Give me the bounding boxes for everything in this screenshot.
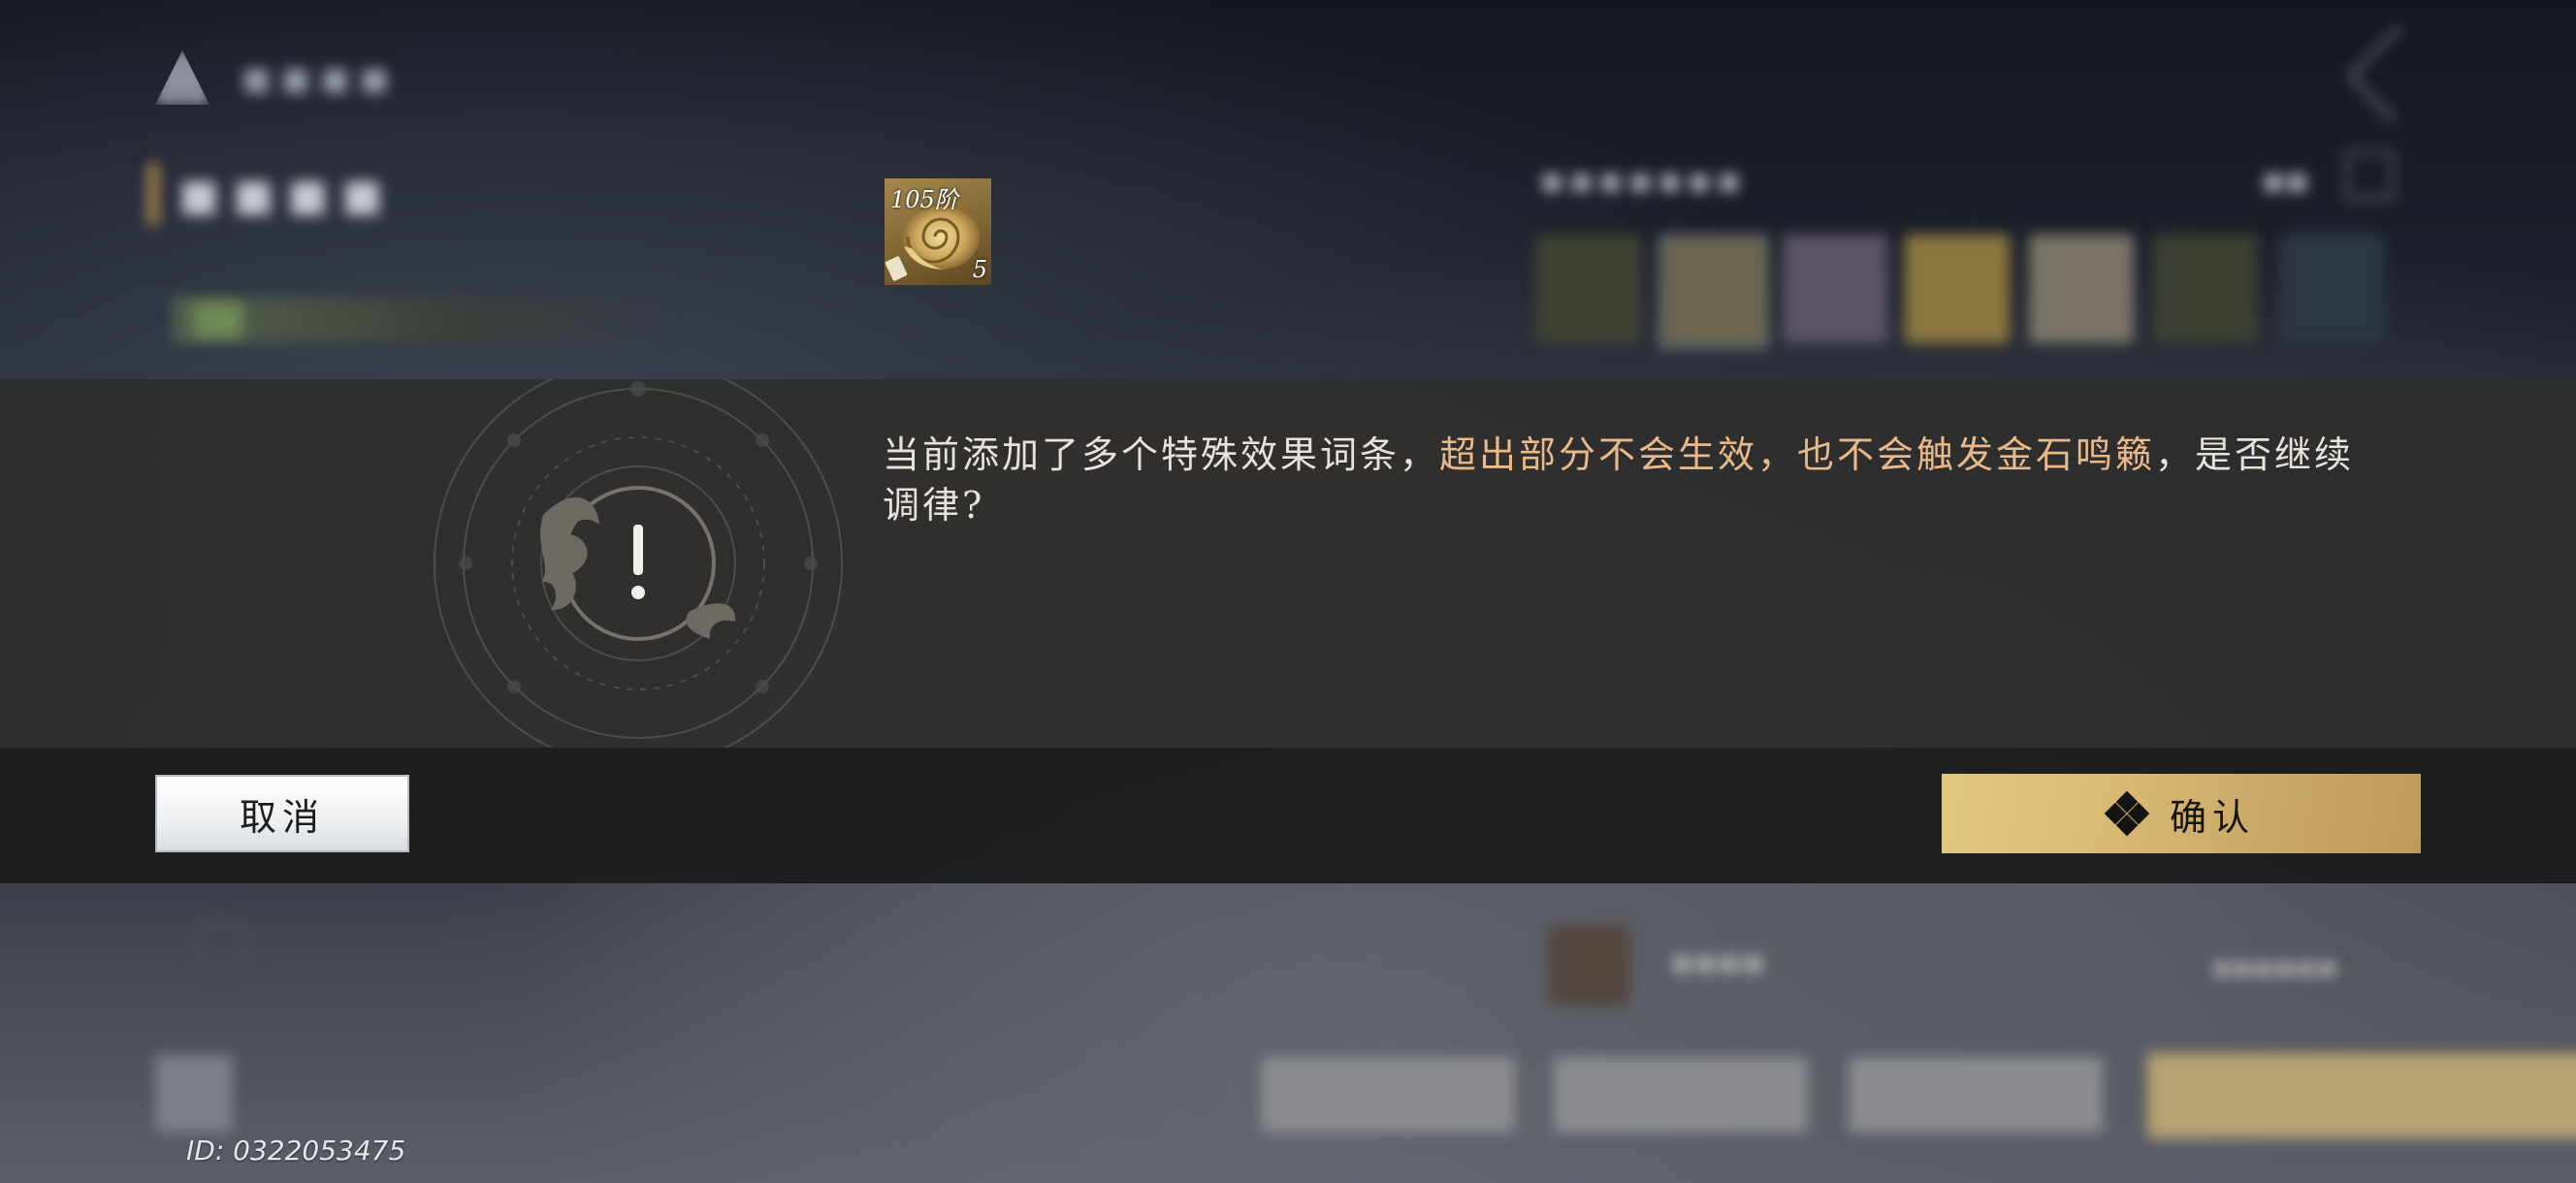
bg-item-card — [1536, 235, 1641, 343]
bg-list-label: ▪▪▪▪▪▪▪ — [1540, 161, 1747, 201]
warning-emblem-icon — [427, 379, 853, 748]
item-count: 5 — [972, 256, 987, 283]
bg-gold-button — [2147, 1053, 2576, 1138]
bg-progress-chip — [194, 303, 242, 337]
item-tier-label: 105阶 — [890, 186, 958, 213]
bg-button — [1261, 1057, 1515, 1133]
confirm-button-label: 确认 — [2169, 795, 2255, 839]
bg-item-card — [2279, 235, 2384, 343]
message-highlight: 超出部分不会生效，也不会触发金石鸣籁 — [1439, 433, 2156, 476]
bg-back-arrow-icon — [2346, 24, 2445, 123]
player-id: ID: 0322053475 — [186, 1135, 406, 1167]
cancel-button[interactable]: 取消 — [155, 775, 409, 852]
bg-small-button — [155, 1055, 233, 1133]
bg-filter-checkbox — [2345, 151, 2394, 200]
bg-value-text: ▪▪▪▪▪▪ — [2211, 948, 2338, 985]
game-screen: ▪▪▪▪ ▪▪▪▪ ▪▪▪▪▪▪▪ ▪▪ ▪▪▪▪ ▪▪▪▪▪▪ 当前添加了多个… — [0, 0, 2576, 1183]
bg-button — [1849, 1057, 2103, 1133]
bg-progress-bar — [173, 297, 677, 343]
bg-button — [1554, 1057, 1808, 1133]
bg-item-card — [1658, 235, 1769, 349]
bg-item-card — [2029, 235, 2134, 343]
message-text: 当前添加了多个特殊效果词条， — [883, 433, 1440, 476]
dialog-message: 当前添加了多个特殊效果词条，超出部分不会生效，也不会触发金石鸣籁，是否继续调律? — [883, 430, 2367, 530]
bg-heading-accent — [147, 163, 159, 225]
bg-item-card — [1905, 235, 2010, 343]
confirm-button[interactable]: 确认 — [1942, 774, 2421, 853]
bg-name-text: ▪▪▪▪ — [1670, 943, 1765, 982]
bg-filter-label: ▪▪ — [2262, 161, 2309, 201]
bg-avatar — [1548, 925, 1629, 1007]
item-slot[interactable]: 105阶 5 — [885, 178, 991, 285]
bg-item-card — [1783, 235, 1887, 343]
bg-settings-icon — [194, 919, 250, 975]
four-diamond-icon — [2104, 790, 2150, 837]
bg-item-card — [2153, 235, 2258, 343]
bg-title-text: ▪▪▪▪ — [241, 50, 399, 105]
bg-heading-text: ▪▪▪▪ — [177, 155, 395, 232]
cancel-button-label: 取消 — [239, 795, 325, 839]
bg-mountain-icon — [155, 50, 209, 105]
